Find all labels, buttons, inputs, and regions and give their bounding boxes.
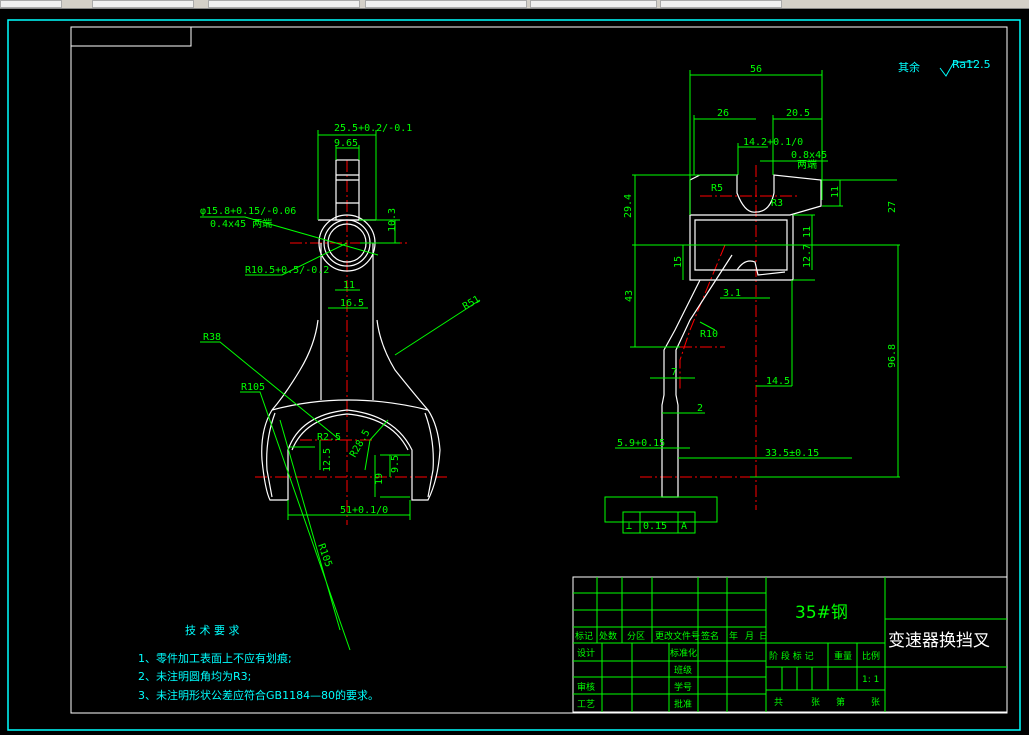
svg-text:29.4: 29.4 (623, 194, 634, 218)
svg-text:R10: R10 (700, 329, 718, 340)
svg-text:10.3: 10.3 (387, 208, 398, 232)
svg-text:12.5: 12.5 (322, 448, 333, 472)
roughness-note: 其余 Ra12.5 (898, 58, 991, 77)
svg-text:年: 年 (729, 630, 738, 642)
svg-text:Ra12.5: Ra12.5 (952, 58, 991, 71)
svg-text:12.7: 12.7 (802, 244, 813, 268)
svg-text:51+0.1/0: 51+0.1/0 (340, 505, 388, 516)
svg-text:R5: R5 (711, 183, 723, 194)
svg-text:⊥: ⊥ (626, 521, 632, 532)
svg-text:标记: 标记 (575, 630, 593, 642)
svg-text:A: A (681, 521, 687, 532)
viewport-border (7, 19, 1021, 731)
svg-text:标准化: 标准化 (670, 647, 697, 659)
svg-text:两端: 两端 (797, 158, 817, 171)
svg-text:比例: 比例 (862, 650, 880, 662)
svg-text:19: 19 (374, 473, 385, 485)
svg-text:0.15: 0.15 (643, 521, 667, 532)
svg-text:分区: 分区 (627, 631, 645, 642)
svg-text:R105: R105 (241, 382, 265, 393)
svg-text:1、零件加工表面上不应有划痕;: 1、零件加工表面上不应有划痕; (138, 651, 292, 665)
svg-text:15: 15 (673, 256, 684, 268)
svg-text:其余: 其余 (898, 60, 920, 74)
svg-text:5.9+0.15: 5.9+0.15 (617, 438, 665, 449)
svg-text:9.5: 9.5 (390, 455, 401, 473)
cad-drawing-canvas[interactable]: 25.5+0.2/-0.1 9.65 φ15.8+0.15/-0.06 0.4x… (0, 0, 1029, 735)
svg-text:R51: R51 (461, 294, 482, 313)
svg-text:学号: 学号 (674, 681, 692, 693)
code-box (70, 26, 192, 47)
title-block: 35#钢 变速器换挡叉 标记 处数 分区 更改文件号 签名 年 月 日 设计 审… (572, 576, 1008, 713)
svg-text:R10.5+0.5/-0.2: R10.5+0.5/-0.2 (245, 265, 329, 276)
svg-text:9.65: 9.65 (334, 138, 358, 149)
svg-text:0.4x45 两端: 0.4x45 两端 (210, 217, 272, 230)
svg-text:签名: 签名 (701, 630, 719, 642)
svg-text:14.5: 14.5 (766, 376, 790, 387)
svg-text:月: 月 (745, 631, 754, 642)
svg-text:43: 43 (624, 290, 635, 302)
svg-text:处数: 处数 (599, 630, 617, 642)
svg-text:25.5+0.2/-0.1: 25.5+0.2/-0.1 (334, 123, 412, 134)
svg-text:11: 11 (343, 280, 355, 291)
svg-text:班级: 班级 (674, 664, 692, 676)
svg-text:7: 7 (671, 367, 677, 378)
svg-text:R3: R3 (771, 198, 783, 209)
svg-text:3.1: 3.1 (723, 288, 741, 299)
right-view-dimensions: 56 26 20.5 14.2+0.1/0 0.8x45 两端 R5 R3 29… (615, 64, 900, 532)
svg-text:工艺: 工艺 (577, 699, 595, 710)
svg-text:14.2+0.1/0: 14.2+0.1/0 (743, 137, 803, 148)
svg-text:日: 日 (759, 631, 768, 642)
svg-text:26: 26 (717, 108, 729, 119)
svg-text:11: 11 (830, 186, 841, 198)
svg-text:φ15.8+0.15/-0.06: φ15.8+0.15/-0.06 (200, 206, 296, 217)
svg-text:56: 56 (750, 64, 762, 75)
drawing-frame (70, 26, 1008, 714)
technical-requirements: 技 术 要 求 1、零件加工表面上不应有划痕; 2、未注明圆角均为R3; 3、未… (138, 624, 379, 702)
left-view-dimensions: 25.5+0.2/-0.1 9.65 φ15.8+0.15/-0.06 0.4x… (200, 123, 482, 651)
svg-text:16.5: 16.5 (340, 298, 364, 309)
svg-text:1: 1: 1: 1 (862, 675, 879, 685)
svg-text:审核: 审核 (577, 681, 595, 693)
svg-text:R2.5: R2.5 (317, 432, 341, 443)
svg-text:变速器换挡叉: 变速器换挡叉 (888, 631, 990, 651)
svg-text:R38: R38 (203, 332, 221, 343)
svg-text:张: 张 (811, 697, 820, 708)
svg-text:设计: 设计 (577, 647, 595, 659)
svg-text:批准: 批准 (674, 698, 692, 710)
svg-text:20.5: 20.5 (786, 108, 810, 119)
svg-text:重量: 重量 (834, 650, 852, 662)
svg-text:33.5±0.15: 33.5±0.15 (765, 448, 819, 459)
svg-text:96.8: 96.8 (887, 344, 898, 368)
svg-text:35#钢: 35#钢 (795, 603, 848, 623)
svg-text:3、未注明形状公差应符合GB1184—80的要求。: 3、未注明形状公差应符合GB1184—80的要求。 (138, 688, 379, 702)
svg-text:技 术 要 求: 技 术 要 求 (185, 624, 240, 637)
svg-text:2: 2 (697, 403, 703, 414)
svg-text:27: 27 (887, 201, 898, 213)
svg-text:张: 张 (871, 697, 880, 708)
svg-text:R105: R105 (315, 542, 334, 568)
svg-text:11: 11 (802, 226, 813, 238)
svg-text:2、未注明圆角均为R3;: 2、未注明圆角均为R3; (138, 669, 251, 683)
right-view (604, 165, 900, 534)
svg-text:共: 共 (774, 697, 783, 708)
svg-text:更改文件号: 更改文件号 (655, 630, 700, 642)
svg-text:阶 段 标 记: 阶 段 标 记 (769, 650, 814, 662)
svg-text:第: 第 (836, 696, 845, 708)
